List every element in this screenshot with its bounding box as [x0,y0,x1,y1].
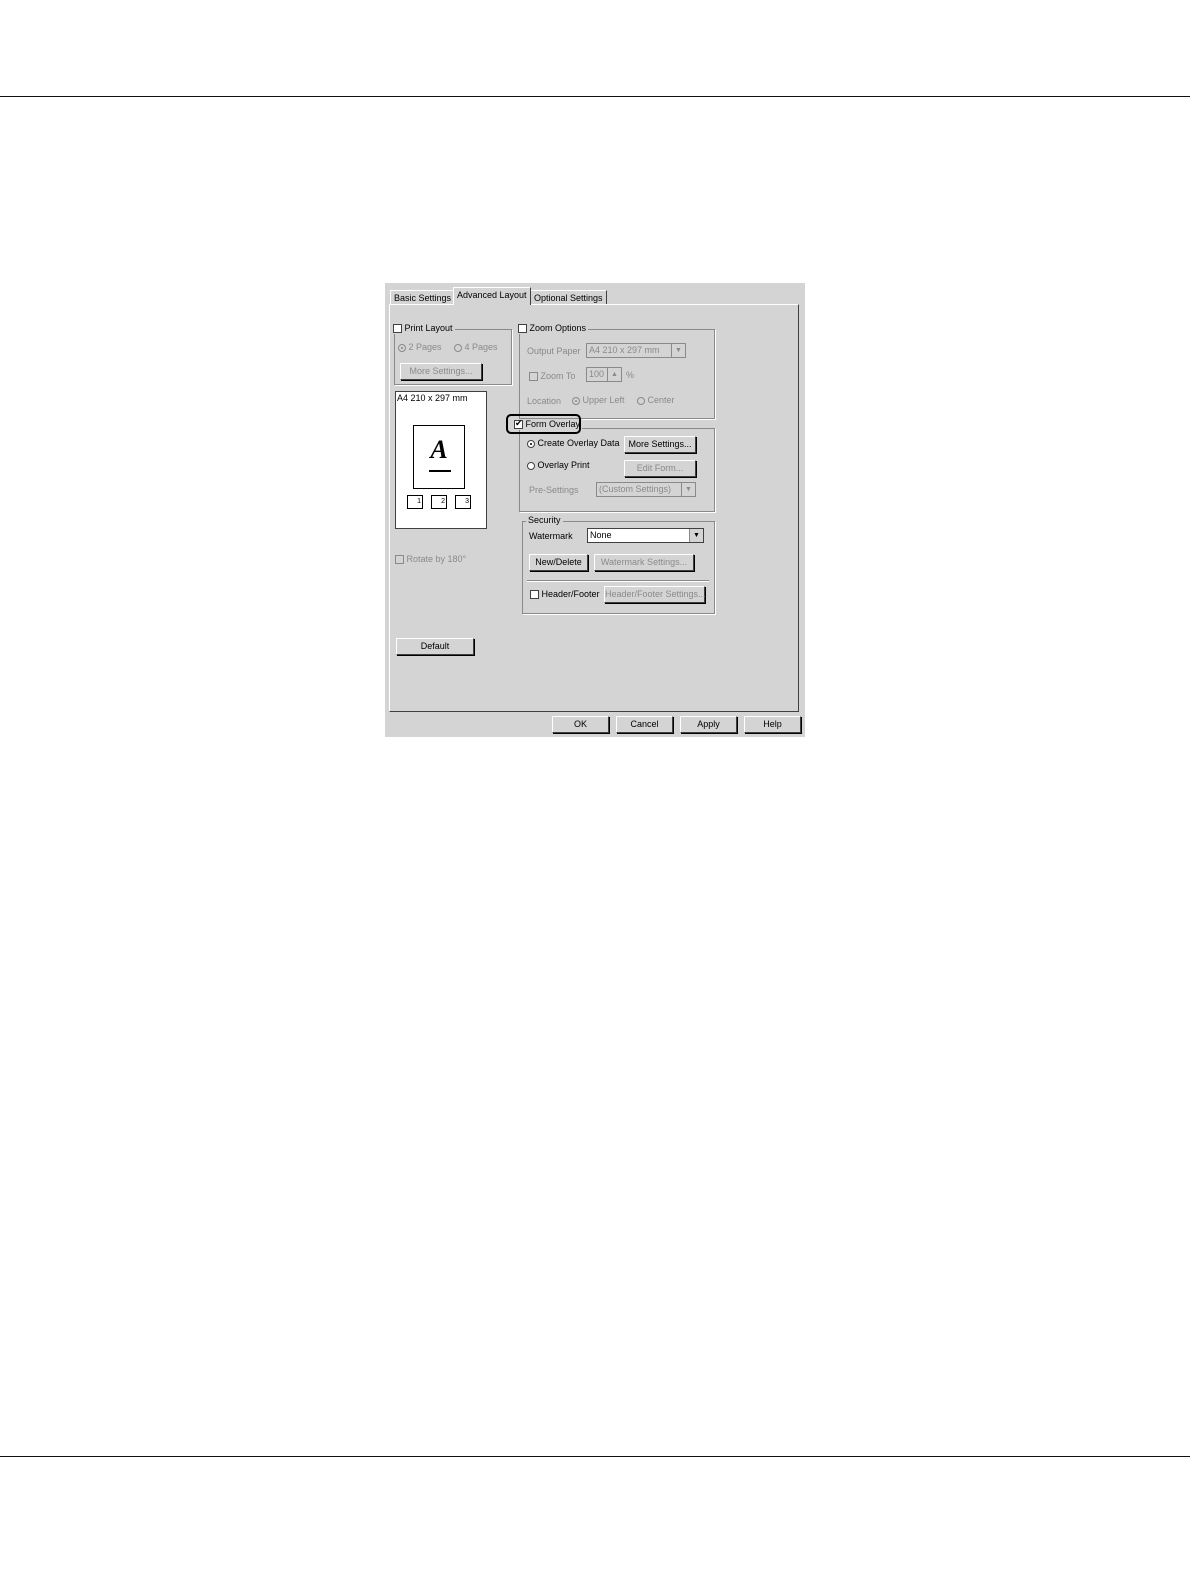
preview-sample-line [429,470,451,472]
rotate-checkbox[interactable] [395,555,404,565]
four-pages-label: 4 Pages [464,342,498,352]
zoom-options-checkbox[interactable] [518,324,527,334]
apply-button[interactable]: Apply [680,716,737,733]
create-overlay-data-option[interactable]: Create Overlay Data [527,438,620,449]
preview-copy-icon-2: 2 [431,495,447,509]
create-overlay-data-radio[interactable] [527,439,535,448]
preview-copy-icon-1: 1 [407,495,423,509]
tab-optional-settings[interactable]: Optional Settings [530,290,607,305]
pre-settings-select[interactable]: (Custom Settings) ▼ [596,482,696,497]
zoom-unit: % [626,370,635,380]
create-overlay-data-label: Create Overlay Data [537,438,620,448]
default-button[interactable]: Default [396,638,474,655]
upper-left-label: Upper Left [582,395,625,405]
print-layout-header: Print Layout [391,323,455,334]
header-footer-option[interactable]: Header/Footer [530,589,600,600]
tab-basic-settings[interactable]: Basic Settings [390,290,456,305]
cancel-button[interactable]: Cancel [616,716,673,733]
print-layout-more-settings-button[interactable]: More Settings... [400,363,482,380]
output-paper-select[interactable]: A4 210 x 297 mm ▼ [586,343,686,358]
upper-left-radio[interactable] [572,396,580,405]
two-pages-radio[interactable] [398,343,406,352]
new-delete-button[interactable]: New/Delete [529,554,588,571]
location-label: Location [527,396,562,406]
spin-arrows-icon: ▲ [607,368,621,381]
security-label: Security [526,515,563,526]
two-pages-label: 2 Pages [408,342,442,352]
zoom-to-option[interactable]: Zoom To [529,371,575,382]
rotate-label: Rotate by 180° [406,554,467,564]
four-pages-option[interactable]: 4 Pages [454,342,498,353]
zoom-to-stepper[interactable]: 100 ▲ [586,367,622,382]
edit-form-button[interactable]: Edit Form... [624,460,696,477]
zoom-options-label: Zoom Options [529,323,587,333]
chevron-down-icon: ▼ [681,483,695,496]
zoom-options-header: Zoom Options [516,323,589,334]
chevron-down-icon: ▼ [689,529,703,542]
print-layout-label: Print Layout [404,323,453,333]
zoom-to-label: Zoom To [540,371,576,381]
tab-advanced-layout[interactable]: Advanced Layout [453,287,531,305]
header-footer-label: Header/Footer [541,589,600,599]
center-radio[interactable] [637,396,645,405]
preview-copy-icon-3: 3 [455,495,471,509]
two-pages-option[interactable]: 2 Pages [398,342,442,353]
preview-sample-letter: A [430,435,448,464]
overlay-print-option[interactable]: Overlay Print [527,460,590,471]
form-overlay-highlight [506,414,581,434]
watermark-settings-button[interactable]: Watermark Settings... [594,554,694,571]
four-pages-radio[interactable] [454,343,462,352]
zoom-to-checkbox[interactable] [529,372,538,382]
bottom-rule [0,1456,1190,1457]
printer-properties-dialog: Basic Settings Advanced Layout Optional … [385,283,805,737]
header-footer-checkbox[interactable] [530,590,539,600]
preview-paper-label: A4 210 x 297 mm [397,393,468,403]
center-label: Center [647,395,675,405]
chevron-down-icon: ▼ [671,344,685,357]
form-overlay-more-settings-button[interactable]: More Settings... [624,436,696,453]
layout-preview: A4 210 x 297 mm A 1 2 3 [395,391,487,529]
security-separator [527,580,709,582]
top-rule [0,96,1190,97]
overlay-print-label: Overlay Print [537,460,590,470]
header-footer-settings-button[interactable]: Header/Footer Settings... [604,586,706,603]
watermark-select[interactable]: None ▼ [587,528,704,543]
location-center-option[interactable]: Center [637,395,675,406]
watermark-label: Watermark [529,531,573,541]
help-button[interactable]: Help [744,716,801,733]
print-layout-checkbox[interactable] [393,324,402,334]
pre-settings-label: Pre-Settings [529,485,579,495]
location-upper-left-option[interactable]: Upper Left [572,395,625,406]
overlay-print-radio[interactable] [527,461,535,470]
preview-page: A [413,425,465,489]
output-paper-label: Output Paper [527,346,581,356]
ok-button[interactable]: OK [552,716,609,733]
rotate-option[interactable]: Rotate by 180° [395,554,466,565]
